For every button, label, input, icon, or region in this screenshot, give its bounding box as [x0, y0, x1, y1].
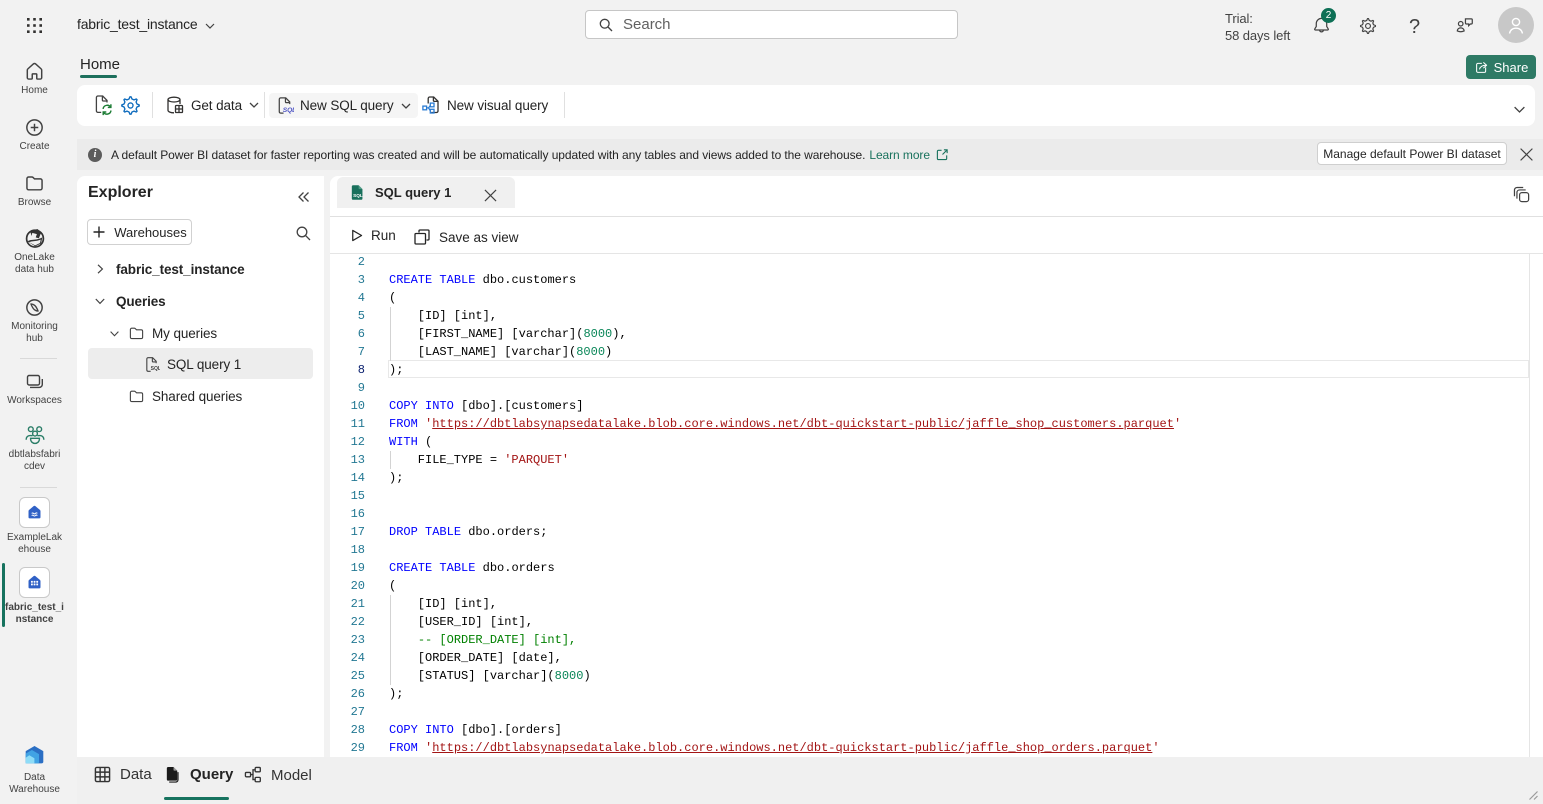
svg-text:SQL: SQL: [151, 366, 160, 372]
svg-text:SQL: SQL: [283, 107, 294, 114]
svg-text:SQL: SQL: [353, 193, 363, 198]
